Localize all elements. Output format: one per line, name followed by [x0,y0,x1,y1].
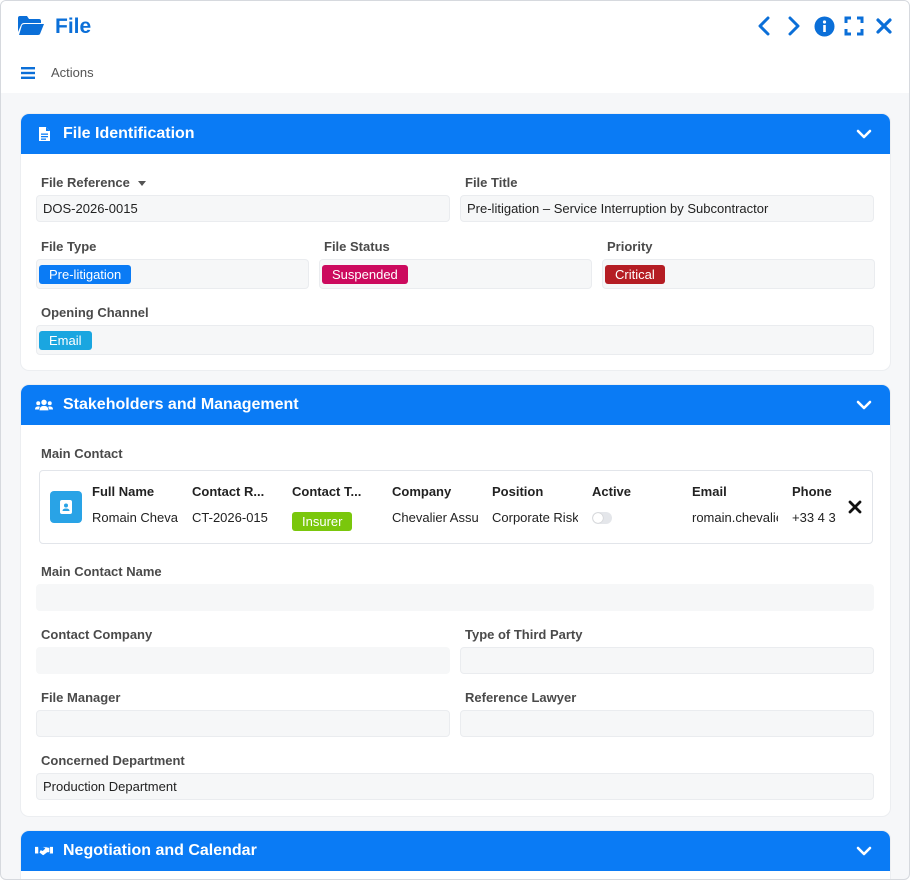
contact-phone: +33 4 3 [792,510,836,525]
concerned-department-value: Production Department [43,779,177,794]
close-icon [876,18,892,34]
chevron-down-icon[interactable] [856,397,872,413]
folder-open-icon [17,14,45,41]
section-file-identification: File Identification File Reference DOS-2… [21,114,890,370]
priority-label: Priority [607,239,653,254]
concerned-department-label: Concerned Department [41,753,185,768]
next-record-button[interactable] [783,13,805,39]
contact-company: Chevalier Assurances [392,510,478,525]
prev-record-button[interactable] [753,13,775,39]
file-type-label: File Type [41,239,97,254]
chevron-left-icon [758,16,770,36]
column-header-contact-ref: Contact R... [192,484,265,499]
third-party-type-label: Type of Third Party [465,627,583,642]
priority-field[interactable]: Critical [602,259,875,289]
chevron-down-icon[interactable] [856,843,872,859]
file-title-field[interactable]: Pre-litigation – Service Interruption by… [460,195,874,222]
contact-active-toggle[interactable] [592,512,612,524]
info-icon [814,16,834,36]
main-contact-card[interactable]: Full Name Contact R... Contact T... Comp… [39,470,873,544]
section-stakeholders: Stakeholders and Management Main Contact… [21,385,890,816]
contact-ref: CT-2026-015 [192,510,268,525]
concerned-department-field[interactable]: Production Department [36,773,874,800]
fullscreen-button[interactable] [843,13,865,39]
section-negotiation: Negotiation and Calendar [21,831,890,879]
opening-channel-label: Opening Channel [41,305,149,320]
expand-icon [844,16,864,36]
hamburger-icon [21,66,35,79]
handshake-icon [35,843,53,859]
contact-full-name: Romain Chevalier [92,510,178,525]
contact-card-icon [50,491,82,523]
main-contact-name-label: Main Contact Name [41,564,162,579]
window-title-row: File [17,11,91,43]
chevron-right-icon [788,16,800,36]
file-title-value: Pre-litigation – Service Interruption by… [467,201,769,216]
actions-menu[interactable]: Actions [21,65,94,80]
file-status-pill: Suspended [322,264,408,284]
column-header-contact-type: Contact T... [292,484,362,499]
contact-company-field[interactable] [36,647,450,674]
window-topbar: File Actions [1,1,909,93]
remove-contact-icon[interactable] [848,500,862,514]
contact-type-cell: Insurer [292,512,382,531]
document-icon [35,126,53,142]
caret-down-icon [137,181,146,187]
column-header-active: Active [592,484,632,499]
file-reference-value: DOS-2026-0015 [43,201,138,216]
section-title: Negotiation and Calendar [63,842,257,859]
column-header-position: Position [492,484,544,499]
file-type-pill: Pre-litigation [39,264,132,284]
file-title-label: File Title [465,175,518,190]
reference-lawyer-label: Reference Lawyer [465,690,577,705]
main-contact-name-field[interactable] [36,584,874,611]
opening-channel-field[interactable]: Email [36,325,874,355]
file-reference-label-text: File Reference [41,175,130,190]
contact-position: Corporate Risk Manager [492,510,578,525]
actions-label: Actions [51,65,94,80]
file-window: File Actions File Identification File Re… [0,0,910,880]
column-header-email: Email [692,484,727,499]
file-status-label: File Status [324,239,390,254]
info-button[interactable] [813,13,835,39]
column-header-company: Company [392,484,452,499]
contact-company-label: Contact Company [41,627,153,642]
contact-email: romain.chevalier@ [692,510,778,525]
section-title: File Identification [63,125,195,142]
file-manager-label: File Manager [41,690,121,705]
section-title: Stakeholders and Management [63,396,299,413]
priority-pill: Critical [605,264,665,284]
section-header-file-identification[interactable]: File Identification [21,114,890,154]
file-type-field[interactable]: Pre-litigation [36,259,309,289]
column-header-full-name: Full Name [92,484,155,499]
close-window-button[interactable] [873,13,895,39]
users-icon [35,397,53,413]
file-manager-field[interactable] [36,710,450,737]
contact-type-pill: Insurer [292,512,353,531]
file-status-field[interactable]: Suspended [319,259,592,289]
file-reference-field[interactable]: DOS-2026-0015 [36,195,450,222]
opening-channel-pill: Email [39,330,92,350]
third-party-type-field[interactable] [460,647,874,674]
reference-lawyer-field[interactable] [460,710,874,737]
section-header-negotiation[interactable]: Negotiation and Calendar [21,831,890,871]
window-controls [753,13,895,39]
section-header-stakeholders[interactable]: Stakeholders and Management [21,385,890,425]
column-header-phone: Phone [792,484,832,499]
chevron-down-icon[interactable] [856,126,872,142]
main-contact-label: Main Contact [41,446,123,461]
file-reference-label[interactable]: File Reference [41,175,146,190]
window-title: File [55,15,92,38]
